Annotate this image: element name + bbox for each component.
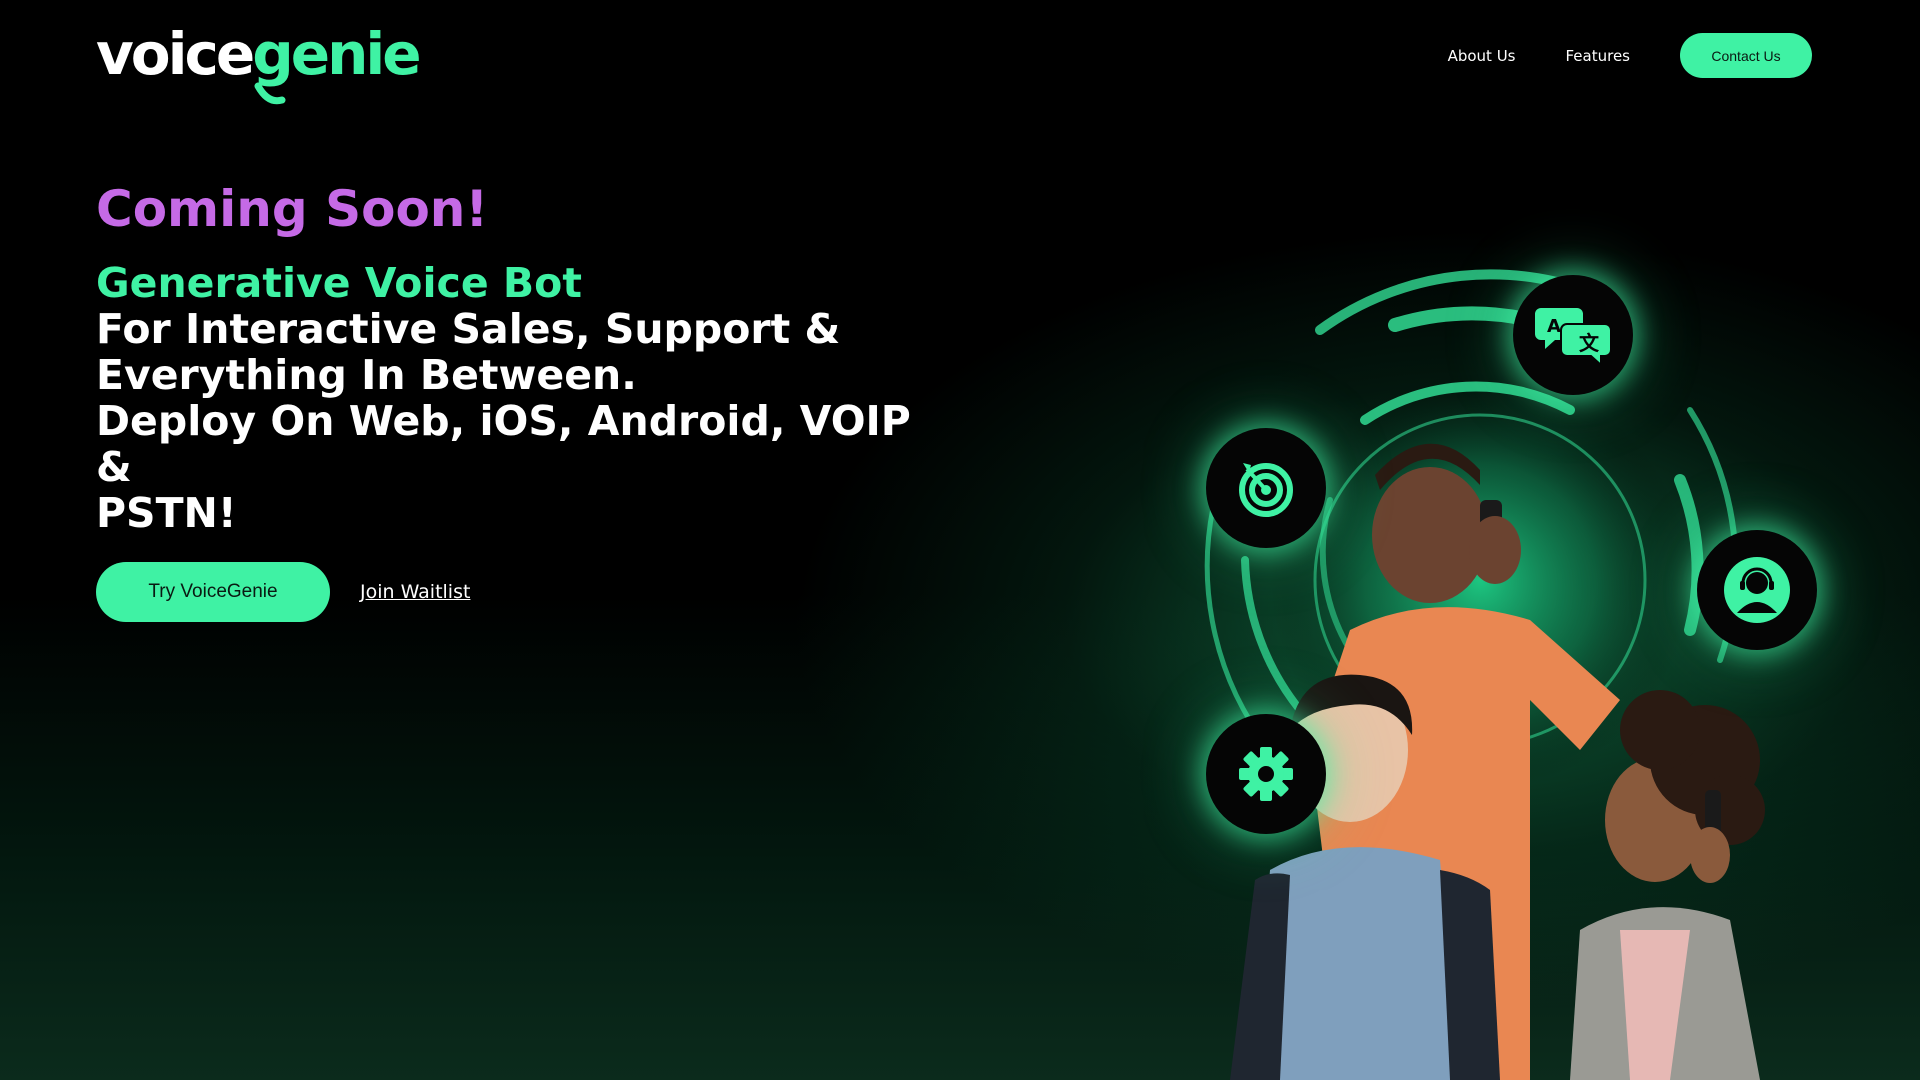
translate-icon: A 文 [1513,275,1633,395]
hero-section: Coming Soon! Generative Voice Bot For In… [96,178,936,536]
logo-smile-icon [254,82,286,105]
main-nav: About Us Features Contact Us [1448,33,1812,78]
headline-line-4: PSTN! [96,489,237,537]
logo-genie-text: genie [252,20,422,105]
headline-product: Generative Voice Bot [96,259,582,307]
headset-agent-icon [1697,530,1817,650]
landing-page: voicegenie About Us Features Contact Us … [0,0,1920,1080]
nav-features[interactable]: Features [1566,47,1631,65]
headline-line-3: Deploy On Web, iOS, Android, VOIP & [96,397,911,491]
svg-text:A: A [1547,316,1561,337]
nav-about-us[interactable]: About Us [1448,47,1516,65]
gear-icon [1206,714,1326,834]
logo-genie-label: genie [252,20,421,88]
site-header: voicegenie About Us Features Contact Us [96,14,1812,105]
headline-line-2: Everything In Between. [96,351,637,399]
headline-line-1: For Interactive Sales, Support & [96,305,841,353]
target-icon [1206,428,1326,548]
voicegenie-logo[interactable]: voicegenie [96,14,422,105]
join-waitlist-link[interactable]: Join Waitlist [360,581,470,603]
svg-text:文: 文 [1579,331,1600,355]
logo-voice-text: voice [96,20,255,88]
hero-visual: A 文 [1150,230,1920,1080]
try-voicegenie-button[interactable]: Try VoiceGenie [96,562,330,622]
contact-us-button[interactable]: Contact Us [1680,33,1812,78]
hero-headline: Generative Voice Bot For Interactive Sal… [96,260,936,536]
hero-cta-group: Try VoiceGenie Join Waitlist [96,562,470,622]
coming-soon-heading: Coming Soon! [96,180,489,238]
